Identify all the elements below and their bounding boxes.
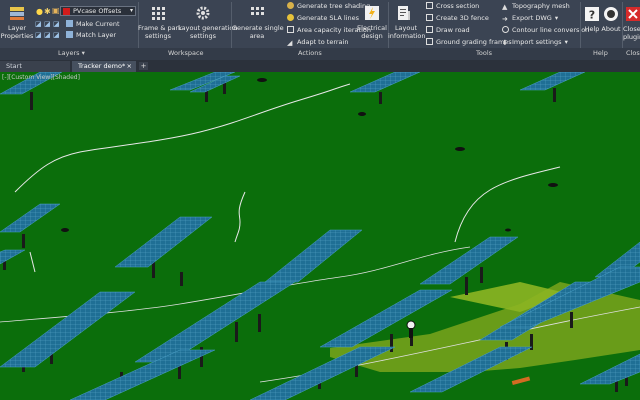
site-layout-canvas[interactable] — [0, 72, 640, 400]
make-current-label: Make Current — [76, 20, 120, 28]
match-layer-label: Match Layer — [76, 31, 117, 39]
layer-freeze-icon[interactable]: ◪ — [53, 20, 60, 28]
make-current-icon — [66, 20, 73, 27]
sla-lines-icon — [287, 14, 294, 21]
export-icon: ➜ — [502, 15, 508, 23]
contour-line-conversion-label: Contour line conversion — [512, 26, 590, 34]
ribbon: Layer Properties ● ✱ ▣ PVcase Offsets ▾ … — [0, 0, 640, 60]
lock-icon[interactable]: ▣ — [52, 6, 60, 15]
topography-mesh-button[interactable]: ▲ Topography mesh — [502, 2, 570, 11]
chevron-down-icon[interactable]: ▾ — [565, 38, 568, 46]
actions-group-title: Actions — [298, 49, 322, 57]
document-tabs: Start Tracker demo* × — [0, 60, 640, 72]
capacity-icon — [287, 26, 294, 33]
close-icon — [626, 7, 640, 21]
ground-grading-frames-label: Ground grading frames — [436, 38, 512, 46]
create-3d-fence-button[interactable]: Create 3D fence — [426, 14, 489, 22]
sun-icon[interactable]: ✱ — [44, 7, 51, 16]
fence-icon — [426, 14, 433, 21]
generate-tree-shading-button[interactable]: Generate tree shading — [287, 2, 370, 10]
adapt-to-terrain-button[interactable]: ◢ Adapt to terrain — [287, 38, 348, 47]
generate-sla-lines-label: Generate SLA lines — [297, 14, 359, 22]
contour-line-conversion-button[interactable]: Contour line conversion — [502, 26, 589, 34]
draw-road-label: Draw road — [436, 26, 470, 34]
layer-off-icon[interactable]: ◪ — [35, 31, 42, 39]
layers-group-title[interactable]: Layers ▾ — [58, 49, 85, 57]
layout-generation-settings-label: Layout generation settings — [178, 24, 238, 40]
tab-start[interactable]: Start — [0, 61, 70, 72]
import-settings-label: Import settings — [512, 38, 562, 46]
layer-properties-icon — [10, 7, 24, 20]
current-layer-dropdown[interactable]: PVcase Offsets ▾ — [60, 6, 136, 16]
mesh-icon: ▲ — [502, 3, 508, 11]
cross-section-button[interactable]: Cross section — [426, 2, 479, 10]
import-settings-button[interactable]: ⬇ Import settings ▾ — [502, 38, 568, 47]
contour-icon — [502, 26, 509, 33]
gear-icon — [196, 6, 210, 20]
topography-mesh-label: Topography mesh — [512, 2, 570, 10]
document-icon — [398, 6, 410, 20]
lightning-icon — [365, 6, 379, 20]
generate-single-area-label: Generate single area — [232, 24, 284, 40]
make-current-button[interactable]: Make Current — [66, 20, 120, 28]
viewport-label[interactable]: [-][Custom View][Shaded] — [2, 74, 80, 81]
drawing-viewport[interactable]: [-][Custom View][Shaded] — [0, 72, 640, 400]
grid-dots-icon — [251, 7, 264, 15]
layers-group-label: Layers — [58, 49, 80, 57]
cross-section-icon — [426, 2, 433, 9]
export-dwg-label: Export DWG — [512, 14, 552, 22]
cross-section-label: Cross section — [436, 2, 480, 10]
layout-information-label: Layout information — [388, 24, 426, 40]
inverter-point[interactable] — [406, 320, 416, 330]
layer-unisolate-icon[interactable]: ◪ — [44, 31, 51, 39]
lightbulb-icon[interactable]: ● — [36, 7, 43, 16]
chevron-down-icon: ▾ — [129, 7, 133, 14]
adapt-to-terrain-label: Adapt to terrain — [297, 38, 349, 46]
road-icon — [426, 26, 433, 33]
inverter-post — [409, 328, 413, 338]
electrical-design-label: Electrical design — [357, 24, 387, 40]
terrain-icon: ◢ — [287, 39, 293, 47]
grading-icon — [426, 38, 433, 45]
close-plugin-label: Close plugin — [623, 25, 640, 41]
current-layer-value: PVcase Offsets — [73, 7, 122, 15]
close-icon[interactable]: × — [127, 62, 132, 71]
layer-thaw-icon[interactable]: ◪ — [53, 31, 60, 39]
frame-park-settings-label: Frame & park settings — [138, 24, 182, 40]
about-label: About — [601, 25, 621, 33]
layer-color-swatch — [63, 8, 70, 15]
generate-sla-lines-button[interactable]: Generate SLA lines — [287, 14, 359, 22]
tools-group-title: Tools — [476, 49, 493, 57]
layer-properties-label: Layer Properties — [0, 24, 34, 40]
chevron-down-icon[interactable]: ▾ — [555, 14, 558, 22]
chevron-down-icon: ▾ — [81, 49, 85, 57]
match-layer-icon — [66, 31, 73, 38]
new-tab-button[interactable]: + — [139, 62, 148, 70]
export-dwg-button[interactable]: ➜ Export DWG ▾ — [502, 14, 558, 23]
question-icon: ? — [585, 7, 599, 22]
tab-start-label: Start — [6, 62, 22, 70]
match-layer-button[interactable]: Match Layer — [66, 31, 116, 39]
layer-isolate-icon[interactable]: ◪ — [44, 20, 51, 28]
info-icon — [604, 7, 618, 21]
generate-tree-shading-label: Generate tree shading — [297, 2, 371, 10]
close-group-title: Close — [626, 49, 640, 57]
workspace-group-title: Workspace — [168, 49, 204, 57]
import-icon: ⬇ — [502, 39, 508, 47]
ground-grading-frames-button[interactable]: Ground grading frames — [426, 38, 512, 46]
help-group-title: Help — [593, 49, 608, 57]
tab-tracker-demo[interactable]: Tracker demo* × — [72, 61, 136, 72]
tree-icon — [287, 2, 294, 9]
layer-walk-icon[interactable]: ◪ — [35, 20, 42, 28]
tab-tracker-demo-label: Tracker demo* — [78, 62, 126, 70]
grid-icon — [152, 7, 165, 20]
plus-icon: + — [140, 62, 147, 70]
create-3d-fence-label: Create 3D fence — [436, 14, 489, 22]
svg-text:?: ? — [589, 9, 595, 22]
draw-road-button[interactable]: Draw road — [426, 26, 470, 34]
